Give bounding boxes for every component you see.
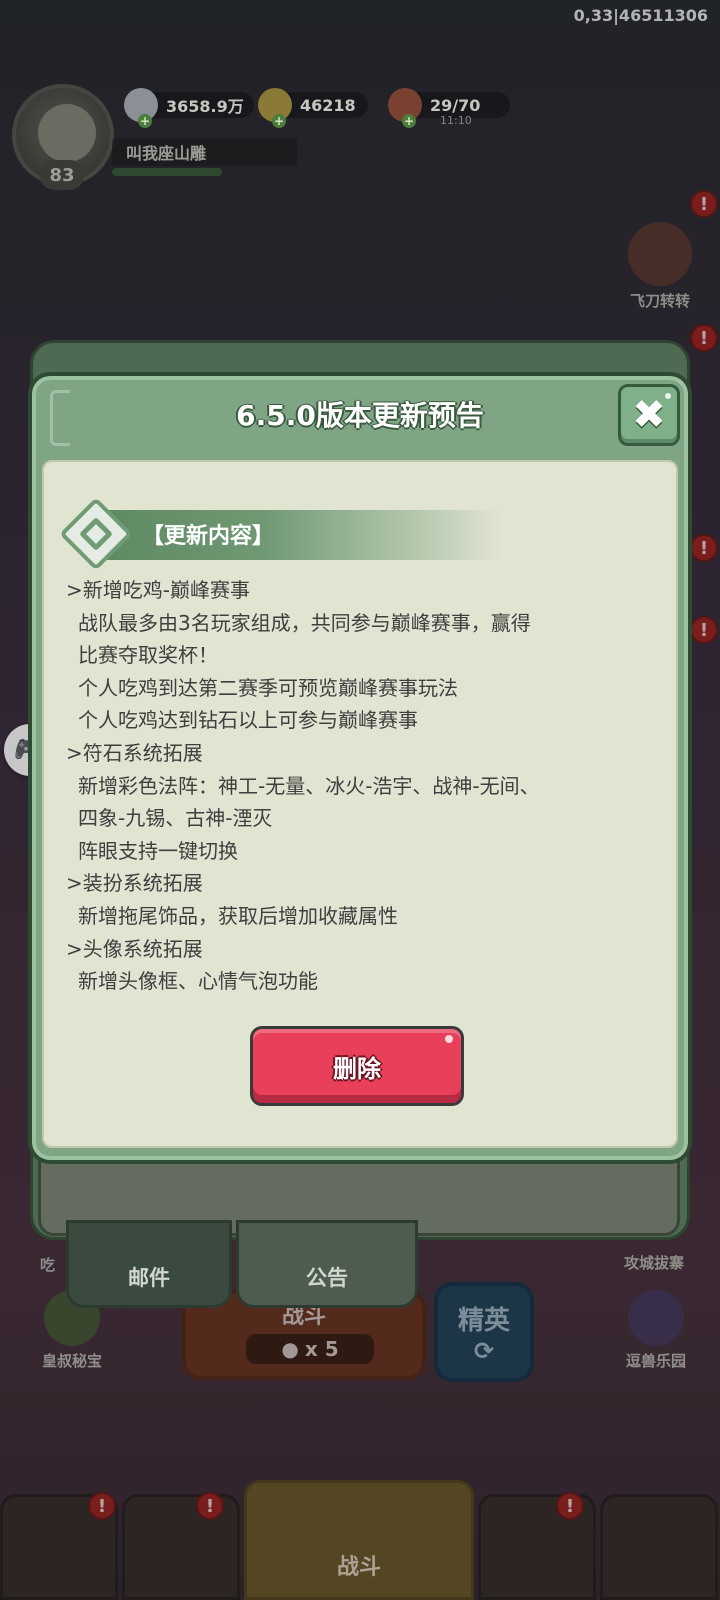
note-line: 战队最多由3名玩家组成，共同参与巅峰赛事，赢得 xyxy=(78,610,531,635)
note-line: 阵眼支持一键切换 xyxy=(78,838,238,863)
note-line: 个人吃鸡达到钻石以上可参与巅峰赛事 xyxy=(78,708,418,733)
update-notes: >新增吃鸡-巅峰赛事 战队最多由3名玩家组成，共同参与巅峰赛事，赢得 比赛夺取奖… xyxy=(66,574,666,998)
section-title: 【更新内容】 xyxy=(142,524,275,549)
close-button[interactable]: ✖ xyxy=(618,384,680,446)
note-line: 比赛夺取奖杯！ xyxy=(78,643,218,668)
note-heading: >符石系统拓展 xyxy=(66,740,203,765)
gold-value: 46218 xyxy=(300,95,356,115)
delete-label: 删除 xyxy=(333,1054,381,1083)
delete-button[interactable]: 删除 xyxy=(250,1026,464,1106)
note-heading: >装扮系统拓展 xyxy=(66,871,203,896)
plus-icon[interactable]: + xyxy=(272,114,286,128)
stamina-value: 29/70 xyxy=(430,95,481,115)
tab-mail[interactable]: 邮件 xyxy=(66,1220,232,1308)
mailbox-tabs: 邮件 公告 xyxy=(66,1220,418,1308)
note-heading: >新增吃鸡-巅峰赛事 xyxy=(66,578,250,602)
plus-icon[interactable]: + xyxy=(138,114,152,128)
note-heading: >头像系统拓展 xyxy=(66,936,203,961)
note-line: 新增头像框、心情气泡功能 xyxy=(78,969,318,994)
note-line: 四象-九锡、古神-湮灭 xyxy=(78,806,273,831)
update-content-panel: 【更新内容】 >新增吃鸡-巅峰赛事 战队最多由3名玩家组成，共同参与巅峰赛事，赢… xyxy=(42,460,678,1148)
plus-icon[interactable]: + xyxy=(402,114,416,128)
dialog-title: 6.5.0版本更新预告 xyxy=(236,399,484,432)
silver-value: 3658.9万 xyxy=(166,97,244,116)
note-line: 新增彩色法阵：神工-无量、冰火-浩宇、战神-无间、 xyxy=(78,773,540,798)
note-line: 个人吃鸡到达第二赛季可预览巅峰赛事玩法 xyxy=(78,675,458,700)
tab-notice[interactable]: 公告 xyxy=(236,1220,418,1308)
note-line: 新增拖尾饰品，获取后增加收藏属性 xyxy=(78,903,398,928)
close-icon: ✖ xyxy=(632,392,666,438)
silver-currency[interactable]: 3658.9万 + xyxy=(124,88,254,128)
update-notice-dialog: 6.5.0版本更新预告 ✖ 【更新内容】 >新增吃鸡-巅峰赛事 战队最多由3名玩… xyxy=(28,372,692,1164)
section-header: 【更新内容】 xyxy=(59,497,502,571)
